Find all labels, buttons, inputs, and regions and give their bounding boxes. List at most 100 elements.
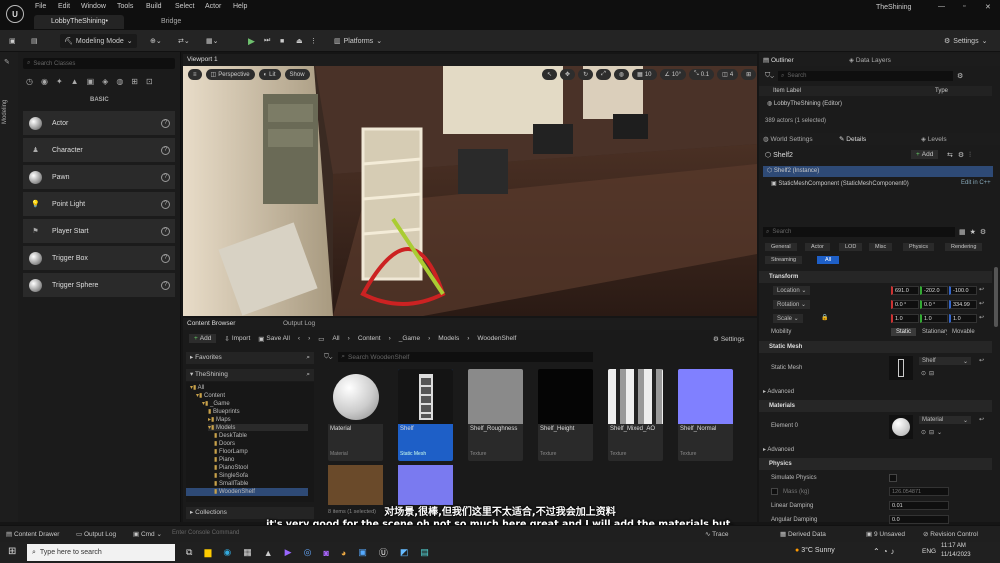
location-dropdown[interactable]: Location ⌄ (773, 286, 811, 295)
data-layers-tab[interactable]: ◈ Data Layers (849, 56, 891, 64)
forward-icon[interactable]: › (308, 335, 310, 342)
mobility-static[interactable]: Static (891, 328, 917, 336)
tree-item[interactable]: ▾▮ Content (196, 392, 225, 399)
class-search-input[interactable]: ⌕ Search Classes (23, 58, 175, 69)
breadcrumb-game[interactable]: _Game (399, 335, 420, 342)
scale-icon[interactable]: ⤢ (596, 69, 611, 80)
details-actions[interactable]: ⇆⚙⫶ (947, 151, 976, 160)
bookmark-icon[interactable]: ⊡ (146, 77, 153, 86)
search-icon[interactable]: ⌕ (306, 369, 310, 381)
static-mesh-dropdown[interactable]: Shelf ⌄ (919, 357, 971, 365)
taskbar-search-input[interactable]: ⌕ Type here to search (27, 544, 175, 561)
unreal-taskbar-icon[interactable]: Ⓤ (379, 546, 388, 559)
breadcrumb-woodenshelf[interactable]: WoodenShelf (477, 335, 516, 342)
media-icon[interactable]: ▶ (285, 547, 292, 558)
details-scrollbar[interactable] (994, 267, 998, 327)
transform-section[interactable]: Transform (759, 271, 992, 283)
reset-icon[interactable]: ↩ (979, 357, 984, 364)
rotation-z-field[interactable]: 334.99 (949, 300, 977, 309)
mobility-movable[interactable]: Movable (949, 328, 977, 336)
epic-icon[interactable]: ▲ (264, 548, 273, 558)
content-icon[interactable]: ▤ (31, 34, 38, 48)
help-icon[interactable]: ? (161, 199, 170, 209)
app2-icon[interactable]: ▤ (420, 547, 429, 558)
scale-snap-button[interactable]: ⤡ 0.1 (688, 69, 715, 80)
blueprint-icon[interactable]: ⇄⌄ (178, 34, 190, 48)
tree-item[interactable]: ▮ Piano (214, 456, 234, 463)
translate-icon[interactable]: ✥ (560, 69, 576, 80)
steam-icon[interactable]: ◎ (304, 547, 312, 558)
filter-icon[interactable]: ⛉⌄ (765, 72, 774, 80)
viewport-tab[interactable]: Viewport 1 (187, 56, 218, 63)
reset-icon[interactable]: ↩ (979, 314, 984, 321)
tree-item[interactable]: ▮ FloorLamp (214, 448, 248, 455)
lock-icon[interactable]: 🔒 (821, 314, 828, 321)
edge-icon[interactable]: ◉ (223, 547, 231, 558)
tree-item[interactable]: ▮ PianoStool (214, 464, 248, 471)
back-icon[interactable]: ‹ (298, 335, 300, 342)
tree-item[interactable]: ▾▮ All (190, 384, 204, 391)
save-icon[interactable]: ▣ (9, 34, 16, 48)
play-icon[interactable]: ▶ (248, 34, 255, 48)
place-item-player-start[interactable]: ⚑ Player Start? (23, 219, 175, 243)
output-log-tab[interactable]: Output Log (283, 320, 315, 327)
add-button[interactable]: + Add (189, 334, 217, 343)
mobility-stationary[interactable]: Stationary (919, 328, 947, 336)
filter-general[interactable]: General (765, 243, 797, 251)
add-component-button[interactable]: + Add (911, 150, 939, 159)
mode-select[interactable]: ⛏ Modeling Mode ⌄ (60, 34, 137, 48)
menu-edit[interactable]: Edit (58, 3, 70, 10)
help-icon[interactable]: ? (161, 118, 170, 128)
folder-icon[interactable]: ▭ (318, 335, 324, 343)
unsaved-button[interactable]: ▣ 9 Unsaved (866, 530, 905, 538)
menu-file[interactable]: File (35, 3, 46, 10)
content-browser-tab[interactable]: Content Browser (187, 320, 235, 327)
component-row[interactable]: ▣ StaticMeshComponent (StaticMeshCompone… (771, 180, 909, 187)
level-viewport[interactable] (183, 54, 757, 316)
close-icon[interactable]: ✕ (985, 3, 991, 11)
simulate-physics-checkbox[interactable] (889, 474, 897, 482)
photos-icon[interactable]: ▣ (358, 547, 367, 558)
shapes-icon[interactable]: ▲ (71, 77, 79, 86)
place-item-point-light[interactable]: 💡 Point Light? (23, 192, 175, 216)
breadcrumb-models[interactable]: Models (438, 335, 459, 342)
location-z-field[interactable]: -100.0 (949, 286, 977, 295)
select-icon[interactable]: ↖ (542, 69, 558, 80)
clock-date[interactable]: 11/14/2023 (941, 552, 971, 558)
eject-icon[interactable]: ⏏ (296, 34, 303, 48)
menu-tools[interactable]: Tools (117, 3, 133, 10)
outliner-settings-icon[interactable]: ⚙ (957, 72, 963, 80)
tree-item[interactable]: ▮ Blueprints (208, 408, 240, 415)
asset-search-input[interactable]: ⌕ Search WoodenShelf (338, 352, 594, 362)
lit-button[interactable]: ◐ Lit (258, 69, 281, 80)
tray-icons[interactable]: ⌃◔♪ (873, 547, 898, 556)
filter-streaming[interactable]: Streaming (765, 256, 803, 264)
material-actions[interactable]: ⊙⊟⌄ (921, 429, 945, 436)
chrome-icon[interactable]: ◕ (341, 548, 346, 558)
maximize-viewport-icon[interactable]: ⊞ (741, 69, 757, 80)
rotate-icon[interactable]: ↻ (578, 69, 594, 80)
tree-item[interactable]: ▮ Doors (214, 440, 235, 447)
mass-override-checkbox[interactable] (771, 488, 778, 495)
cmd-button[interactable]: ▣ Cmd ⌄ (133, 530, 162, 538)
tree-item[interactable]: ▸▮ Maps (208, 416, 231, 423)
breadcrumb-content[interactable]: Content (358, 335, 381, 342)
col-item-label[interactable]: Item Label (773, 88, 801, 94)
location-y-field[interactable]: -202.0 (920, 286, 948, 295)
menu-window[interactable]: Window (81, 3, 106, 10)
details-search-input[interactable]: ⌕ Search (763, 227, 955, 237)
menu-actor[interactable]: Actor (205, 3, 221, 10)
camera-speed-button[interactable]: ◫ 4 (717, 69, 739, 80)
materials-section[interactable]: Materials (759, 400, 992, 412)
tree-item[interactable]: ▮ SingleSofa (214, 472, 248, 479)
asset-tile-selected[interactable]: Shelf Static Mesh (398, 369, 453, 461)
advanced-toggle[interactable]: ▸ Advanced (763, 446, 794, 453)
console-input[interactable]: Enter Console Command (172, 530, 239, 536)
weather-widget[interactable]: ● 3°C Sunny (795, 547, 835, 554)
import-button[interactable]: ⇩ Import (224, 335, 250, 343)
rotation-x-field[interactable]: 0.0 ° (891, 300, 919, 309)
unreal-logo-icon[interactable]: U (6, 5, 24, 23)
filter-icon[interactable]: ⛉⌄ (324, 353, 332, 361)
world-settings-tab[interactable]: ◍ World Settings (763, 135, 813, 143)
place-item-trigger-sphere[interactable]: Trigger Sphere? (23, 273, 175, 297)
